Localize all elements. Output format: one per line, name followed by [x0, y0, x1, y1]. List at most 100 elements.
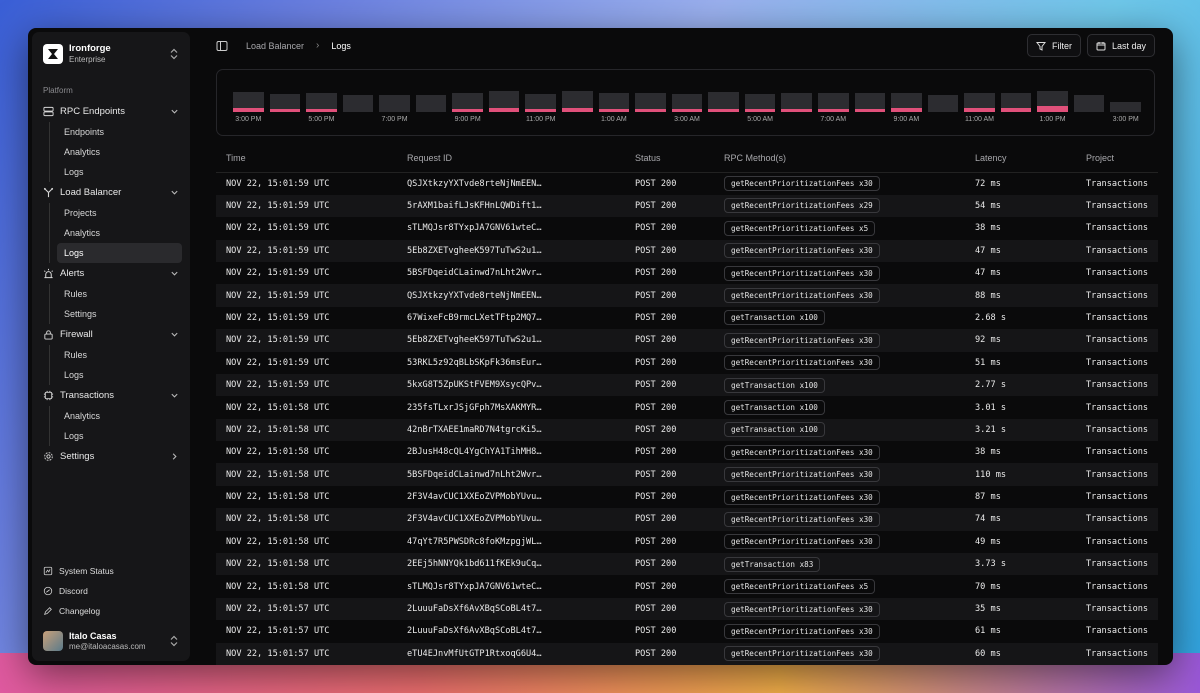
histogram-bar[interactable]: [1110, 101, 1141, 113]
histogram-bar[interactable]: [233, 91, 264, 113]
sidebar-item-rules[interactable]: Rules: [57, 284, 182, 304]
histogram-bar[interactable]: [744, 94, 776, 113]
histogram-bar[interactable]: [854, 93, 886, 113]
cell-project: Transactions: [1076, 194, 1158, 218]
nav-group-alerts[interactable]: Alerts: [40, 263, 182, 284]
sidebar-item-logs[interactable]: Logs: [57, 162, 182, 182]
table-row[interactable]: NOV 22, 15:01:58 UTC 47qYt7R5PWSDRc8foKMz…: [216, 531, 1158, 553]
table-row[interactable]: NOV 22, 15:01:57 UTC eTU4EJnvMfUtGTP1Rtxo…: [216, 642, 1158, 665]
rpc-method-badge: getRecentPrioritizationFees x30: [724, 511, 880, 527]
histogram-bar[interactable]: [598, 93, 630, 113]
table-row[interactable]: NOV 22, 15:01:59 UTC 5BSFDqeidCLainwd7nLh…: [216, 262, 1158, 284]
breadcrumb-parent[interactable]: Load Balancer: [246, 41, 304, 51]
table-row[interactable]: NOV 22, 15:01:58 UTC 235fsTLxrJSjGFph7MsX…: [216, 396, 1158, 418]
date-range-button[interactable]: Last day: [1086, 34, 1155, 58]
cell-status: POST 200: [625, 329, 714, 352]
rpc-method-badge: getRecentPrioritizationFees x30: [724, 176, 880, 192]
user-menu[interactable]: Italo Casas me@italoacasas.com: [40, 621, 182, 655]
table-row[interactable]: NOV 22, 15:01:59 UTC sTLMQJsr8TYxpJA7GNV6…: [216, 217, 1158, 239]
histogram-bar[interactable]: [1073, 95, 1105, 113]
cell-project: Transactions: [1076, 642, 1158, 665]
table-row[interactable]: NOV 22, 15:01:59 UTC 5rAXM1baifLJsKFHnLQW…: [216, 194, 1158, 218]
sidebar-item-analytics[interactable]: Analytics: [57, 142, 182, 162]
histogram-bar[interactable]: [562, 90, 593, 113]
table-row[interactable]: NOV 22, 15:01:58 UTC 5BSFDqeidCLainwd7nLh…: [216, 463, 1158, 486]
filter-button[interactable]: Filter: [1026, 34, 1081, 58]
histogram-bar[interactable]: [269, 94, 301, 113]
cell-latency: 110 ms: [965, 463, 1076, 486]
rpc-method-badge: getTransaction x100: [724, 310, 825, 326]
histogram-bar[interactable]: [1000, 92, 1032, 113]
histogram-bar[interactable]: [488, 90, 520, 113]
discord-link[interactable]: Discord: [40, 581, 182, 601]
table-row[interactable]: NOV 22, 15:01:58 UTC 2EEj5hNNYQk1bd611fKE…: [216, 553, 1158, 576]
histogram-bar[interactable]: [306, 93, 337, 113]
table-row[interactable]: NOV 22, 15:01:59 UTC 53RKL5z92qBLbSKpFk36…: [216, 352, 1158, 374]
rpc-method-badge: getRecentPrioritizationFees x30: [724, 489, 880, 505]
histogram-bar[interactable]: [379, 95, 410, 113]
column-header-latency[interactable]: Latency: [965, 144, 1076, 173]
nav-group-load-balancer[interactable]: Load Balancer: [40, 182, 182, 203]
table-row[interactable]: NOV 22, 15:01:58 UTC 2F3V4avCUC1XXEoZVPMo…: [216, 486, 1158, 508]
histogram-bar[interactable]: [525, 94, 557, 113]
column-header-request-id[interactable]: Request ID: [397, 144, 625, 173]
sidebar-toggle-icon[interactable]: [216, 40, 228, 52]
org-switcher[interactable]: Ironforge Enterprise: [40, 38, 182, 74]
sidebar-item-analytics[interactable]: Analytics: [57, 223, 182, 243]
sidebar-item-endpoints[interactable]: Endpoints: [57, 122, 182, 142]
sidebar-item-logs-active[interactable]: Logs: [57, 243, 182, 263]
histogram-bar[interactable]: [342, 95, 374, 113]
table-row[interactable]: NOV 22, 15:01:58 UTC 2F3V4avCUC1XXEoZVPMo…: [216, 508, 1158, 531]
nav-group-settings[interactable]: Settings: [40, 446, 182, 467]
changelog-link[interactable]: Changelog: [40, 601, 182, 621]
sidebar-item-logs[interactable]: Logs: [57, 365, 182, 385]
column-header-project[interactable]: Project: [1076, 144, 1158, 173]
filter-label: Filter: [1051, 40, 1072, 51]
rpc-method-badge: getTransaction x83: [724, 556, 821, 572]
table-row[interactable]: NOV 22, 15:01:58 UTC 2BJusH48cQL4YgChYA1T…: [216, 441, 1158, 463]
table-row[interactable]: NOV 22, 15:01:59 UTC QSJXtkzyYXTvde8rteNj…: [216, 284, 1158, 307]
system-status-link[interactable]: System Status: [40, 561, 182, 581]
rpc-method-badge: getRecentPrioritizationFees x30: [724, 623, 880, 639]
histogram-bar[interactable]: [671, 94, 703, 113]
nav-group-firewall[interactable]: Firewall: [40, 324, 182, 345]
avatar: [43, 631, 63, 651]
sidebar-item-logs[interactable]: Logs: [57, 426, 182, 446]
table-row[interactable]: NOV 22, 15:01:59 UTC 5kxG8T5ZpUKStFVEM9Xs…: [216, 373, 1158, 397]
table-body: NOV 22, 15:01:59 UTC QSJXtkzyYXTvde8rteNj…: [216, 172, 1158, 665]
server-icon: [43, 106, 54, 117]
histogram-bar[interactable]: [452, 93, 483, 113]
cell-request-id: 5BSFDqeidCLainwd7nLht2Wvr…: [397, 463, 625, 486]
table-row[interactable]: NOV 22, 15:01:59 UTC 5Eb8ZXETvgheeK597TuT…: [216, 239, 1158, 262]
table-row[interactable]: NOV 22, 15:01:58 UTC sTLMQJsr8TYxpJA7GNV6…: [216, 575, 1158, 597]
histogram-bar[interactable]: [415, 95, 447, 113]
sidebar-item-projects[interactable]: Projects: [57, 203, 182, 223]
histogram-bar[interactable]: [1037, 91, 1068, 113]
cell-status: POST 200: [635, 492, 677, 503]
table-row[interactable]: NOV 22, 15:01:59 UTC QSJXtkzyYXTvde8rteNj…: [216, 172, 1158, 194]
histogram-bar[interactable]: [891, 92, 922, 113]
histogram-bar[interactable]: [635, 93, 666, 113]
table-row[interactable]: NOV 22, 15:01:59 UTC 67WixeFcB9rmcLXetTFt…: [216, 307, 1158, 329]
cell-rpc-method: getRecentPrioritizationFees x30: [714, 284, 965, 307]
column-header-time[interactable]: Time: [216, 144, 397, 173]
cell-request-id: sTLMQJsr8TYxpJA7GNV61wteC…: [407, 581, 542, 592]
histogram-bar[interactable]: [817, 92, 849, 113]
sidebar-item-rules[interactable]: Rules: [57, 345, 182, 365]
nav-group-rpc-endpoints[interactable]: RPC Endpoints: [40, 101, 182, 122]
table-row[interactable]: NOV 22, 15:01:58 UTC 42nBrTXAEE1maRD7N4tg…: [216, 418, 1158, 442]
table-row[interactable]: NOV 22, 15:01:57 UTC 2LuuuFaDsXf6AvXBqSCo…: [216, 620, 1158, 642]
table-row[interactable]: NOV 22, 15:01:59 UTC 5Eb8ZXETvgheeK597TuT…: [216, 329, 1158, 352]
histogram-bar[interactable]: [781, 92, 812, 113]
histogram-bar[interactable]: [964, 92, 995, 113]
column-header-rpc-methods[interactable]: RPC Method(s): [714, 144, 965, 173]
nav-group-transactions[interactable]: Transactions: [40, 385, 182, 406]
column-header-status[interactable]: Status: [625, 144, 714, 173]
sidebar-item-analytics[interactable]: Analytics: [57, 406, 182, 426]
table-row[interactable]: NOV 22, 15:01:57 UTC 2LuuuFaDsXf6AvXBqSCo…: [216, 597, 1158, 621]
histogram-bar[interactable]: [708, 91, 739, 113]
siren-icon: [44, 268, 53, 279]
histogram-bar[interactable]: [927, 95, 959, 113]
cell-status: POST 200: [625, 642, 714, 665]
sidebar-item-settings[interactable]: Settings: [57, 304, 182, 324]
